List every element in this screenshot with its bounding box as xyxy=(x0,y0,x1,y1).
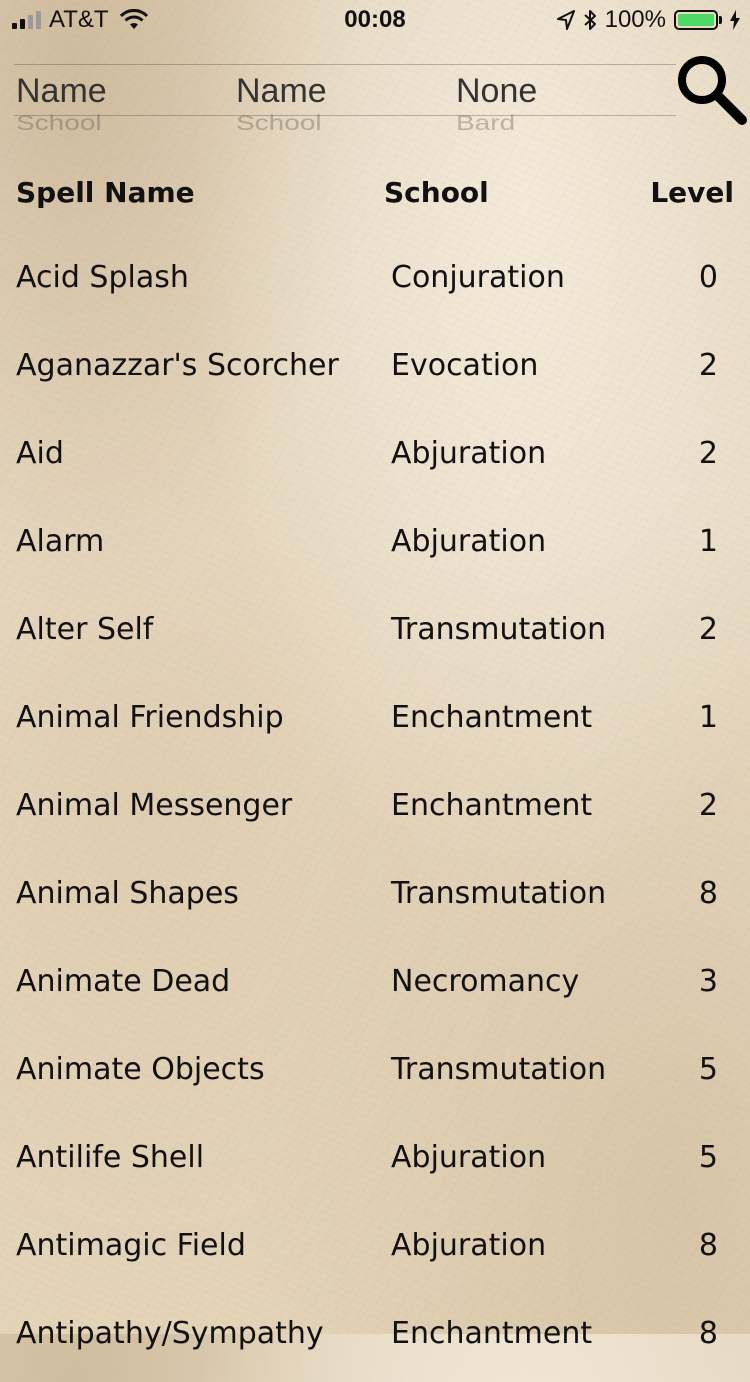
picker-top-divider xyxy=(14,64,676,65)
table-row[interactable]: Animal Friendship Enchantment 1 xyxy=(0,678,750,766)
charging-bolt-icon xyxy=(730,10,740,30)
status-bar: AT&T 00:08 100% xyxy=(0,0,750,40)
location-arrow-icon xyxy=(556,10,575,30)
bluetooth-icon xyxy=(583,10,596,30)
level-cell: 8 xyxy=(698,1228,718,1263)
table-row[interactable]: Animate Dead Necromancy 3 xyxy=(0,942,750,1030)
spell-name-cell: Animate Dead xyxy=(16,964,231,999)
picker-next-value: School xyxy=(16,111,102,135)
table-header: Spell Name School Level xyxy=(0,168,750,218)
table-row[interactable]: Animal Shapes Transmutation 8 xyxy=(0,854,750,942)
table-row[interactable]: Antilife Shell Abjuration 5 xyxy=(0,1118,750,1206)
column-header-level[interactable]: Level xyxy=(650,176,734,209)
search-button[interactable] xyxy=(674,50,750,130)
school-cell: Transmutation xyxy=(391,612,607,647)
class-filter-picker[interactable]: None Bard xyxy=(456,70,656,144)
school-cell: Transmutation xyxy=(391,876,607,911)
battery-tip xyxy=(719,16,722,24)
spell-name-cell: Antimagic Field xyxy=(16,1228,246,1263)
level-cell: 2 xyxy=(698,788,718,823)
table-row[interactable]: Aid Abjuration 2 xyxy=(0,414,750,502)
table-row[interactable]: Animate Objects Transmutation 5 xyxy=(0,1030,750,1118)
picker-selected-value: Name xyxy=(16,72,107,110)
picker-next-value: School xyxy=(236,111,322,135)
spell-name-cell: Aganazzar's Scorcher xyxy=(16,348,339,383)
level-cell: 1 xyxy=(698,524,718,559)
school-cell: Abjuration xyxy=(391,436,547,471)
spell-name-cell: Animate Objects xyxy=(16,1052,265,1087)
level-cell: 2 xyxy=(698,612,718,647)
column-header-school[interactable]: School xyxy=(384,176,489,209)
table-row[interactable]: Alarm Abjuration 1 xyxy=(0,502,750,590)
level-cell: 2 xyxy=(698,348,718,383)
column-header-spell-name[interactable]: Spell Name xyxy=(16,176,195,209)
level-cell: 3 xyxy=(698,964,718,999)
school-cell: Abjuration xyxy=(391,1140,547,1175)
level-cell: 8 xyxy=(698,876,718,911)
status-right: 100% xyxy=(556,6,740,34)
table-row[interactable]: Alter Self Transmutation 2 xyxy=(0,590,750,678)
battery-fill xyxy=(678,14,714,26)
spell-name-cell: Animal Friendship xyxy=(16,700,284,735)
level-cell: 1 xyxy=(698,700,718,735)
table-row[interactable]: Animal Messenger Enchantment 2 xyxy=(0,766,750,854)
filter-bar: Name School Name School None Bard xyxy=(0,62,750,144)
table-row[interactable]: Antimagic Field Abjuration 8 xyxy=(0,1206,750,1294)
secondary-sort-picker[interactable]: Name School xyxy=(236,70,436,144)
table-row[interactable]: Acid Splash Conjuration 0 xyxy=(0,238,750,326)
spell-name-cell: Aid xyxy=(16,436,64,471)
spell-list: Acid Splash Conjuration 0 Aganazzar's Scorc… xyxy=(0,238,750,1382)
school-cell: Evocation xyxy=(391,348,539,383)
level-cell: 2 xyxy=(698,436,718,471)
table-row[interactable]: Aganazzar's Scorcher Evocation 2 xyxy=(0,326,750,414)
school-cell: Enchantment xyxy=(391,700,593,735)
search-icon xyxy=(678,56,747,125)
spell-name-cell: Antilife Shell xyxy=(16,1140,205,1175)
spell-name-cell: Acid Splash xyxy=(16,260,189,295)
level-cell: 5 xyxy=(698,1052,718,1087)
battery-percent: 100% xyxy=(604,6,666,33)
picker-selected-value: Name xyxy=(236,72,327,110)
table-row[interactable]: Antipathy/Sympathy Enchantment 8 xyxy=(0,1294,750,1382)
sort-picker[interactable]: Name School xyxy=(16,70,216,144)
spell-name-cell: Alter Self xyxy=(16,612,154,647)
battery-body xyxy=(674,10,718,30)
school-cell: Transmutation xyxy=(391,1052,607,1087)
school-cell: Conjuration xyxy=(391,260,565,295)
level-cell: 0 xyxy=(698,260,718,295)
picker-next-value: Bard xyxy=(456,111,516,135)
school-cell: Abjuration xyxy=(391,524,547,559)
spell-name-cell: Animal Messenger xyxy=(16,788,293,823)
battery-icon xyxy=(674,10,722,30)
school-cell: Enchantment xyxy=(391,788,593,823)
spell-name-cell: Alarm xyxy=(16,524,105,559)
level-cell: 5 xyxy=(698,1140,718,1175)
school-cell: Necromancy xyxy=(391,964,580,999)
picker-selected-value: None xyxy=(456,72,538,110)
school-cell: Abjuration xyxy=(391,1228,547,1263)
spell-name-cell: Animal Shapes xyxy=(16,876,239,911)
